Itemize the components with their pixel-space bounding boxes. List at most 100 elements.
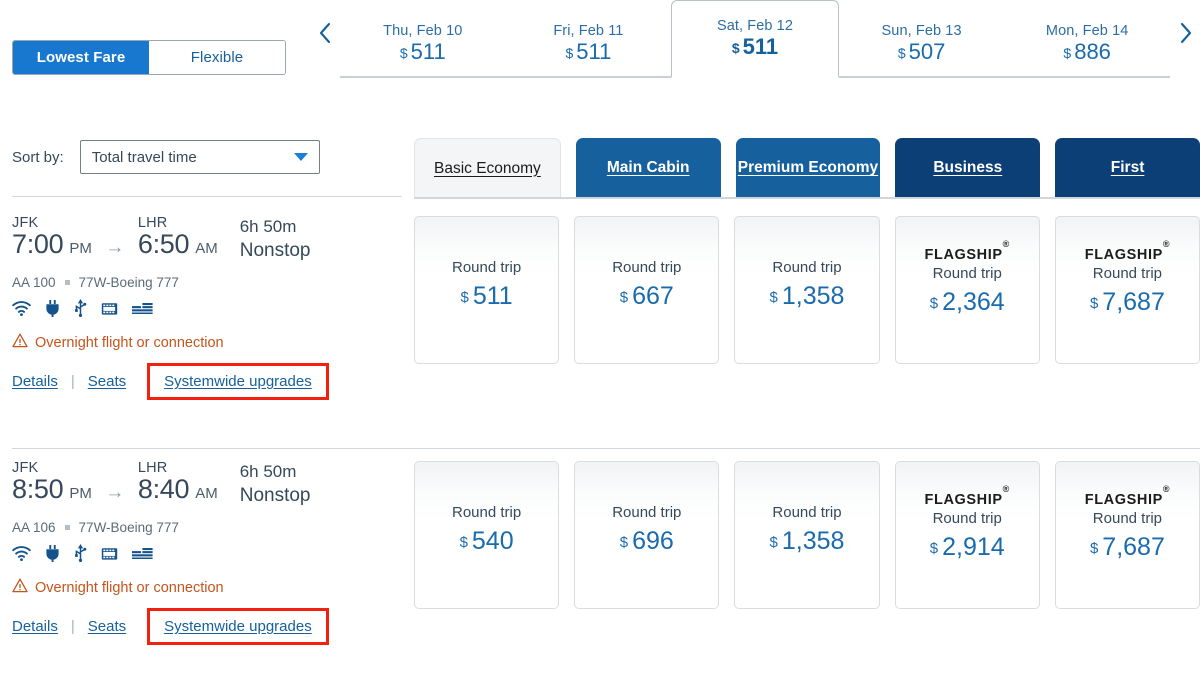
date-tab[interactable]: Mon, Feb 14$886 [1004, 10, 1170, 78]
cabin-tab-basic-economy[interactable]: Basic Economy [414, 138, 561, 198]
departure-block: JFK7:00PM [12, 215, 92, 260]
fare-card-trip-type: Round trip [772, 504, 841, 521]
cabin-tab-label: Premium Economy [738, 159, 878, 177]
overnight-warning-text: Overnight flight or connection [35, 580, 224, 596]
cabin-tab-main-cabin[interactable]: Main Cabin [576, 138, 721, 198]
sort-by-value: Total travel time [92, 149, 197, 166]
flight-row: JFK8:50PM→LHR8:40AM6h 50mNonstopAA 10677… [0, 448, 1200, 693]
fare-card-price: $7,687 [1090, 288, 1165, 317]
fare-card-price-value: 2,914 [942, 533, 1005, 562]
fare-card-price: $1,358 [770, 527, 845, 556]
fare-card[interactable]: Round trip$1,358 [734, 216, 879, 364]
warning-triangle-icon [12, 578, 35, 597]
systemwide-upgrades-link[interactable]: Systemwide upgrades [164, 373, 312, 390]
row-divider [12, 448, 1200, 449]
date-tab-label: Sat, Feb 12 [717, 18, 793, 34]
fare-card[interactable]: FLAGSHIP® Round trip $7,687 [1055, 461, 1200, 609]
arrow-right-icon: → [92, 215, 138, 259]
fare-card[interactable]: FLAGSHIP®Round trip$2,364 [895, 216, 1040, 364]
seats-link[interactable]: Seats [88, 373, 126, 390]
fare-card-price-value: 7,687 [1102, 533, 1165, 562]
flight-identity: AA 10677W-Boeing 777 [12, 520, 407, 535]
systemwide-upgrades-highlight: Systemwide upgrades [147, 363, 329, 400]
fare-card-brand: FLAGSHIP® [1085, 245, 1170, 263]
systemwide-upgrades-link[interactable]: Systemwide upgrades [164, 618, 312, 635]
aircraft-type: 77W-Boeing 777 [79, 275, 179, 290]
lie-flat-seat-icon [132, 547, 153, 560]
fare-card[interactable]: Round trip $1,358 [734, 461, 879, 609]
date-tab-price-value: 511 [411, 40, 446, 63]
fare-card-brand: FLAGSHIP® [1085, 490, 1170, 508]
fare-card[interactable]: FLAGSHIP® Round trip $7,687 [1055, 216, 1200, 364]
fare-toggle-lowest-fare[interactable]: Lowest Fare [13, 41, 149, 74]
fare-card-brand-text: FLAGSHIP [1085, 247, 1163, 263]
entertainment-icon [101, 546, 118, 561]
fare-toggle-flexible[interactable]: Flexible [149, 41, 285, 74]
chevron-right-icon[interactable] [1170, 0, 1200, 78]
entertainment-icon [101, 301, 118, 316]
details-link[interactable]: Details [12, 618, 58, 635]
currency-symbol: $ [461, 289, 469, 306]
chevron-left-icon[interactable] [310, 0, 340, 78]
usb-port-icon [74, 544, 87, 562]
overnight-warning-text: Overnight flight or connection [35, 335, 224, 351]
fare-card[interactable]: Round trip$540 [414, 461, 559, 609]
fare-card[interactable]: Round trip $696 [574, 461, 719, 609]
currency-symbol: $ [620, 289, 628, 306]
duration-block: 6h 50mNonstop [240, 460, 311, 507]
seats-link[interactable]: Seats [88, 618, 126, 635]
currency-symbol: $ [770, 289, 778, 306]
flight-number: AA 106 [12, 520, 56, 535]
cabin-tab-business[interactable]: Business [895, 138, 1040, 198]
currency-symbol: $ [1090, 540, 1098, 557]
fare-card-price: $696 [620, 527, 674, 556]
flight-stops: Nonstop [240, 240, 311, 262]
date-tab-price-value: 507 [909, 40, 946, 63]
registered-mark-icon: ® [1163, 239, 1170, 249]
fare-card-trip-type: Round trip [933, 265, 1002, 282]
currency-symbol: $ [930, 540, 938, 557]
fare-type-toggle[interactable]: Lowest Fare Flexible [12, 40, 286, 75]
usb-port-icon [74, 299, 87, 317]
arrival-time: 6:50 [138, 229, 189, 260]
fare-card-trip-type: Round trip [612, 504, 681, 521]
flight-number: AA 100 [12, 275, 56, 290]
currency-symbol: $ [898, 46, 906, 61]
currency-symbol: $ [565, 46, 573, 61]
fare-card-trip-type: Round trip [933, 510, 1002, 527]
fare-card[interactable]: FLAGSHIP®Round trip$2,914 [895, 461, 1040, 609]
systemwide-upgrades-highlight: Systemwide upgrades [147, 608, 329, 645]
amenity-icons [12, 299, 407, 317]
cabin-tab-first[interactable]: First [1055, 138, 1200, 198]
fare-card-price-value: 540 [472, 527, 514, 556]
date-tab[interactable]: Sun, Feb 13$507 [839, 10, 1005, 78]
duration-block: 6h 50m Nonstop [240, 215, 311, 262]
arrival-time: 8:40 [138, 474, 189, 505]
fare-card-trip-type: Round trip [1093, 265, 1162, 282]
top-bar: Lowest Fare Flexible Thu, Feb 10$511Fri,… [0, 0, 1200, 86]
fare-card-trip-type: Round trip [1093, 510, 1162, 527]
flight-search-results-page: Lowest Fare Flexible Thu, Feb 10$511Fri,… [0, 0, 1200, 700]
cabin-tab-premium-economy[interactable]: Premium Economy [736, 138, 881, 198]
departure-block: JFK8:50PM [12, 460, 92, 505]
fare-card-price-value: 7,687 [1102, 288, 1165, 317]
warning-triangle-icon [12, 333, 35, 352]
flight-duration: 6h 50m [240, 217, 311, 237]
flight-times: JFK7:00PM→LHR6:50AM6h 50mNonstop [12, 215, 407, 262]
fare-card[interactable]: Round trip$511 [414, 216, 559, 364]
date-tab-selected[interactable]: Sat, Feb 12$511 [671, 0, 839, 78]
currency-symbol: $ [930, 295, 938, 312]
fare-cards-row: Round trip$540Round trip$696Round trip$1… [414, 461, 1200, 609]
cabin-tab-label: Main Cabin [607, 159, 690, 177]
fare-card-trip-type: Round trip [772, 259, 841, 276]
wifi-icon [12, 301, 31, 316]
date-tab[interactable]: Thu, Feb 10$511 [340, 10, 506, 78]
fare-card-price-value: 1,358 [782, 527, 845, 556]
sort-by-select[interactable]: Total travel time [80, 140, 320, 174]
fare-card[interactable]: Round trip$667 [574, 216, 719, 364]
flight-identity: AA 100 77W-Boeing 777 [12, 275, 407, 290]
registered-mark-icon: ® [1003, 239, 1010, 249]
cabin-class-tabs: Basic Economy Main Cabin Premium Economy Bu… [414, 138, 1200, 198]
details-link[interactable]: Details [12, 373, 58, 390]
date-tab[interactable]: Fri, Feb 11$511 [506, 10, 672, 78]
